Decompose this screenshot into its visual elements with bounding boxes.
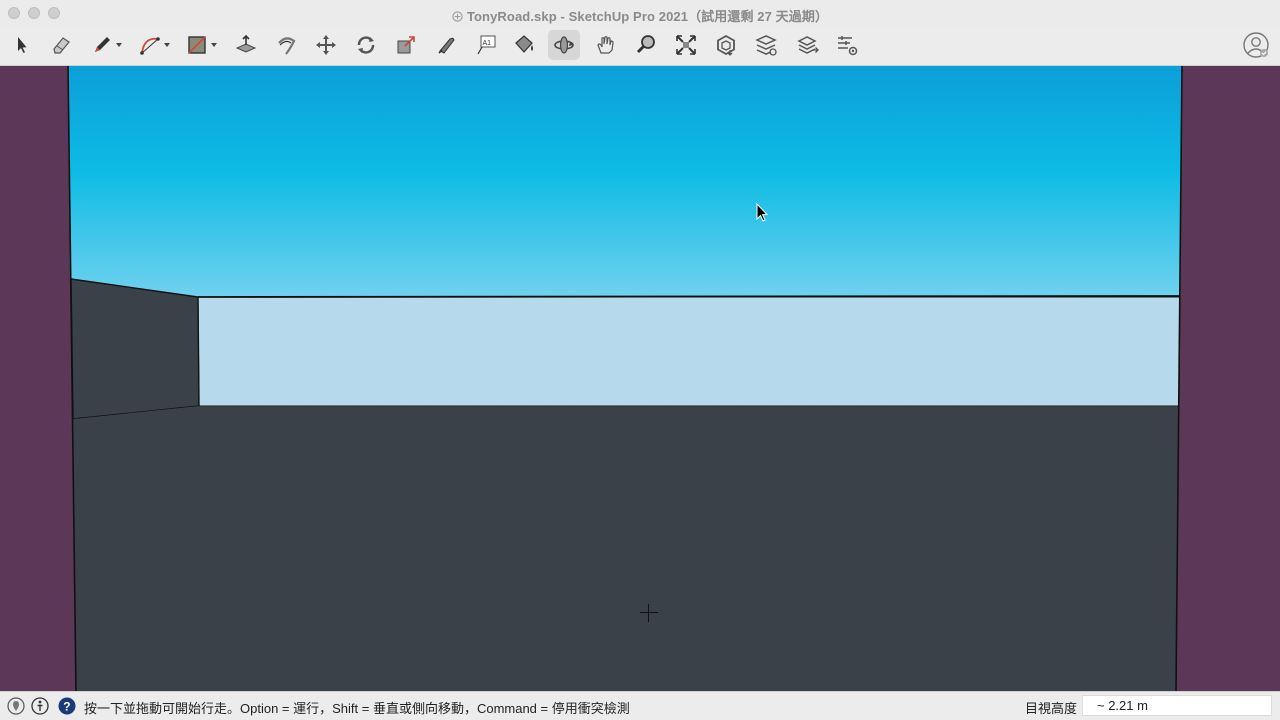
pencil-icon	[95, 37, 110, 52]
status-bar: ? 按一下並拖動可開始行走。Option = 運行，Shift = 垂直或側向移…	[0, 691, 1280, 720]
scene-3d[interactable]	[0, 66, 1280, 691]
chevron-down-icon[interactable]	[116, 43, 122, 47]
left-wall	[70, 278, 200, 420]
mouse-cursor-icon	[756, 203, 769, 222]
chevron-down-icon[interactable]	[164, 43, 170, 47]
warehouse-icon	[717, 34, 735, 56]
layout-button[interactable]	[792, 30, 824, 60]
paint-bucket-tool[interactable]	[508, 30, 540, 60]
zoom-extents-tool[interactable]	[670, 30, 702, 60]
zoom-extents-icon	[676, 35, 696, 55]
user-icon	[1243, 32, 1269, 58]
push-pull-icon	[235, 34, 257, 53]
arc-tool[interactable]	[134, 30, 170, 60]
move-tool[interactable]	[310, 30, 342, 60]
sketchup-file-icon	[452, 11, 463, 22]
rectangle-icon	[188, 36, 206, 54]
move-icon	[316, 35, 336, 55]
paint-bucket-icon	[515, 35, 533, 53]
sky	[68, 66, 1182, 297]
zoom-tool[interactable]	[630, 30, 662, 60]
crosshair-icon	[640, 604, 658, 622]
credits-icon[interactable]	[31, 697, 49, 715]
window-title: TonyRoad.skp - SketchUp Pro 2021（試用還剩 27…	[0, 6, 1280, 25]
extension-icon	[755, 35, 777, 56]
eraser-tool[interactable]	[45, 30, 77, 60]
extension-manager-icon	[838, 36, 858, 56]
tape-measure-tool[interactable]	[430, 30, 462, 60]
scale-icon	[397, 36, 415, 54]
push-pull-tool[interactable]	[230, 30, 262, 60]
svg-text:?: ?	[63, 700, 70, 714]
arrow-icon	[18, 37, 27, 53]
text-icon: A1	[477, 35, 496, 55]
geo-location-icon[interactable]	[7, 697, 25, 715]
select-tool[interactable]	[6, 30, 38, 60]
orbit-icon	[554, 36, 574, 54]
zoom-icon	[636, 35, 655, 54]
orbit-tool[interactable]	[548, 30, 580, 60]
rotate-tool[interactable]	[350, 30, 382, 60]
tape-measure-icon	[438, 37, 455, 54]
ground-plane	[73, 406, 1179, 691]
text-tool[interactable]: A1	[470, 30, 502, 60]
title-bar: TonyRoad.skp - SketchUp Pro 2021（試用還剩 27…	[0, 0, 1280, 26]
measurements-label: 目視高度	[1025, 701, 1078, 716]
measurements-input[interactable]: ~ 2.21 m	[1082, 695, 1272, 716]
rotate-icon	[357, 36, 375, 54]
follow-me-icon	[278, 37, 296, 55]
extension-warehouse-button[interactable]	[750, 30, 782, 60]
scale-tool[interactable]	[390, 30, 422, 60]
account-button[interactable]	[1242, 31, 1270, 59]
wall-top-edge	[197, 295, 1181, 298]
window-title-text: TonyRoad.skp - SketchUp Pro 2021（試用還剩 27…	[466, 9, 829, 24]
pan-tool[interactable]	[590, 30, 622, 60]
eraser-icon	[53, 37, 70, 54]
text-icon-label: A1	[483, 40, 492, 47]
line-tool[interactable]	[86, 30, 122, 60]
extension-manager-button[interactable]	[831, 30, 863, 60]
large-tool-set-toolbar: A1	[0, 26, 1280, 66]
model-viewport[interactable]	[0, 66, 1280, 691]
follow-me-tool[interactable]	[270, 30, 302, 60]
status-hint-text: 按一下並拖動可開始行走。Option = 運行，Shift = 垂直或側向移動，…	[84, 701, 630, 716]
help-icon[interactable]: ?	[58, 697, 76, 715]
layout-icon	[797, 36, 819, 54]
3d-warehouse-button[interactable]	[710, 30, 742, 60]
back-wall	[197, 296, 1181, 407]
shape-tool[interactable]	[181, 30, 217, 60]
arc-icon	[140, 37, 160, 55]
hand-icon	[597, 36, 614, 54]
chevron-down-icon[interactable]	[211, 43, 217, 47]
